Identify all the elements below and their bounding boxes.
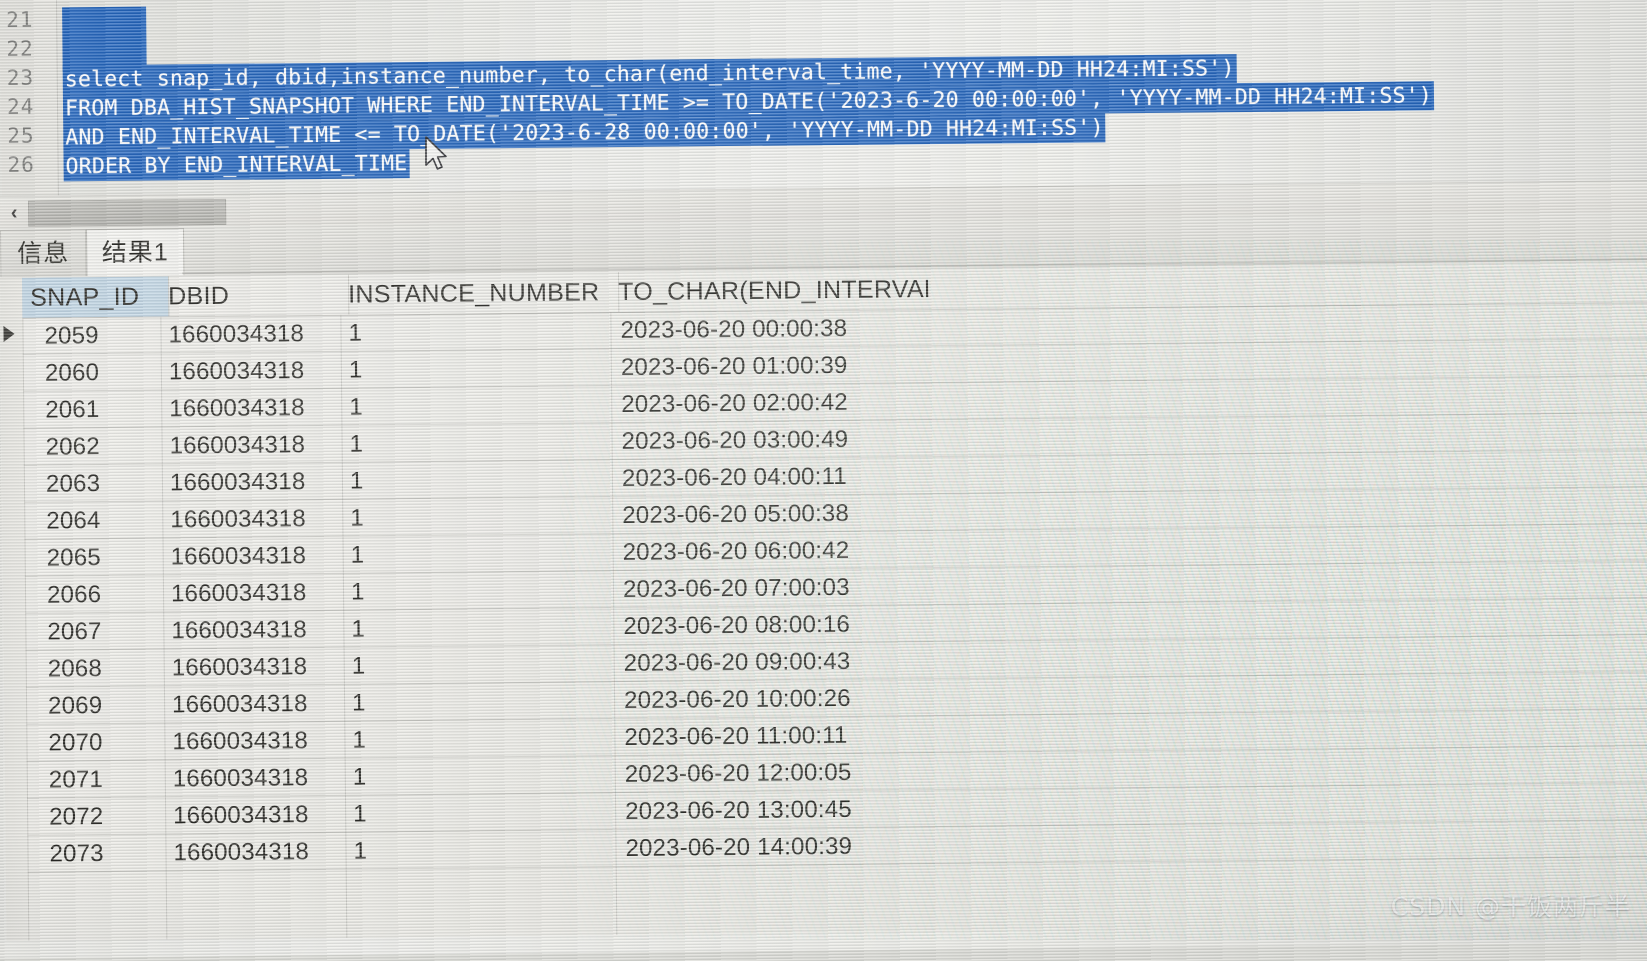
cell-dbid[interactable]: 1660034318 [172, 685, 344, 724]
cell-snap-id[interactable]: 2070 [48, 723, 164, 761]
selection-block-empty-lines [62, 6, 147, 72]
line-number-21: 21 [6, 7, 34, 32]
cell-snap-id[interactable]: 2059 [44, 316, 160, 354]
cell-instance-number[interactable]: 1 [352, 719, 614, 759]
cell-end-interval[interactable]: 2023-06-20 04:00:11 [622, 457, 922, 497]
cell-dbid[interactable]: 1660034318 [171, 611, 343, 650]
column-header-to-char-end-interval[interactable]: TO_CHAR(END_INTERVAL [610, 269, 928, 312]
cell-instance-number[interactable]: 1 [352, 645, 614, 685]
cell-end-interval[interactable]: 2023-06-20 01:00:39 [621, 346, 921, 386]
cell-snap-id[interactable]: 2064 [46, 501, 162, 539]
tab-result1[interactable]: 结果1 [86, 228, 185, 277]
cell-end-interval[interactable]: 2023-06-20 06:00:42 [622, 531, 922, 571]
cell-dbid[interactable]: 1660034318 [173, 833, 345, 872]
cell-end-interval[interactable]: 2023-06-20 12:00:05 [625, 753, 925, 793]
cell-instance-number[interactable]: 1 [350, 460, 612, 500]
cell-instance-number[interactable]: 1 [348, 312, 610, 352]
cell-dbid[interactable]: 1660034318 [169, 352, 341, 391]
cell-instance-number[interactable]: 1 [349, 386, 611, 426]
cell-end-interval[interactable]: 2023-06-20 10:00:26 [624, 679, 924, 719]
cell-snap-id[interactable]: 2073 [49, 834, 165, 872]
cell-instance-number[interactable]: 1 [349, 349, 611, 389]
cell-dbid[interactable]: 1660034318 [168, 315, 340, 354]
scroll-left-arrow-icon[interactable]: ‹ [4, 201, 24, 225]
cell-snap-id[interactable]: 2072 [49, 797, 165, 835]
cell-dbid[interactable]: 1660034318 [169, 389, 341, 428]
cell-snap-id[interactable]: 2060 [45, 353, 161, 391]
cell-snap-id[interactable]: 2071 [49, 760, 165, 798]
cell-end-interval[interactable]: 2023-06-20 13:00:45 [625, 790, 925, 830]
cell-end-interval[interactable]: 2023-06-20 11:00:11 [624, 716, 924, 756]
line-number-26: 26 [7, 152, 35, 177]
cell-dbid[interactable]: 1660034318 [170, 500, 342, 539]
cell-dbid[interactable]: 1660034318 [169, 426, 341, 465]
cell-snap-id[interactable]: 2067 [47, 612, 163, 650]
line-number-24: 24 [6, 94, 35, 119]
cell-dbid[interactable]: 1660034318 [173, 759, 345, 798]
csdn-watermark: CSDN @干饭两斤半 [1390, 892, 1631, 921]
cell-snap-id[interactable]: 2061 [45, 390, 161, 428]
cell-end-interval[interactable]: 2023-06-20 08:00:16 [623, 605, 923, 645]
cell-instance-number[interactable]: 1 [350, 534, 612, 574]
column-header-instance-number[interactable]: INSTANCE_NUMBER [339, 272, 620, 315]
tab-info[interactable]: 信息 [0, 229, 87, 277]
cell-end-interval[interactable]: 2023-06-20 00:00:38 [620, 309, 920, 349]
mouse-cursor-icon [424, 136, 450, 179]
sql-editor[interactable]: 21 22 23 24 25 26 select snap_id, dbid,i… [0, 0, 1647, 196]
cell-instance-number[interactable]: 1 [352, 682, 614, 722]
result-grid[interactable]: SNAP_ID DBID INSTANCE_NUMBER TO_CHAR(END… [0, 262, 1647, 941]
cell-end-interval[interactable]: 2023-06-20 09:00:43 [624, 642, 924, 682]
line-number-25: 25 [7, 123, 35, 148]
cell-dbid[interactable]: 1660034318 [170, 463, 342, 502]
cell-dbid[interactable]: 1660034318 [173, 796, 345, 835]
column-header-snap-id[interactable]: SNAP_ID [21, 276, 170, 318]
cell-dbid[interactable]: 1660034318 [171, 574, 343, 613]
cell-end-interval[interactable]: 2023-06-20 03:00:49 [621, 420, 921, 460]
cell-dbid[interactable]: 1660034318 [172, 648, 344, 687]
cell-end-interval[interactable]: 2023-06-20 02:00:42 [621, 383, 921, 423]
cell-snap-id[interactable]: 2063 [46, 464, 162, 502]
cell-snap-id[interactable]: 2068 [48, 649, 164, 687]
cell-dbid[interactable]: 1660034318 [171, 537, 343, 576]
line-number-22: 22 [6, 36, 34, 61]
line-number-23: 23 [6, 65, 35, 90]
cell-instance-number[interactable]: 1 [349, 423, 611, 463]
cell-instance-number[interactable]: 1 [353, 830, 615, 870]
cell-end-interval[interactable]: 2023-06-20 07:00:03 [623, 568, 923, 608]
column-header-dbid[interactable]: DBID [159, 274, 350, 317]
cell-instance-number[interactable]: 1 [351, 608, 613, 648]
cell-instance-number[interactable]: 1 [351, 571, 613, 611]
current-row-marker-icon [3, 325, 15, 342]
cell-instance-number[interactable]: 1 [353, 756, 615, 796]
cell-instance-number[interactable]: 1 [353, 793, 615, 833]
cell-end-interval[interactable]: 2023-06-20 14:00:39 [625, 827, 925, 867]
scrollbar-thumb[interactable] [28, 198, 227, 227]
cell-snap-id[interactable]: 2065 [47, 538, 163, 576]
cell-snap-id[interactable]: 2066 [47, 575, 163, 613]
cell-end-interval[interactable]: 2023-06-20 05:00:38 [622, 494, 922, 534]
sql-code-line-26[interactable]: ORDER BY END_INTERVAL_TIME [63, 149, 410, 182]
cell-snap-id[interactable]: 2069 [48, 686, 164, 724]
cell-dbid[interactable]: 1660034318 [172, 722, 344, 761]
cell-instance-number[interactable]: 1 [350, 497, 612, 537]
cell-snap-id[interactable]: 2062 [45, 427, 161, 465]
